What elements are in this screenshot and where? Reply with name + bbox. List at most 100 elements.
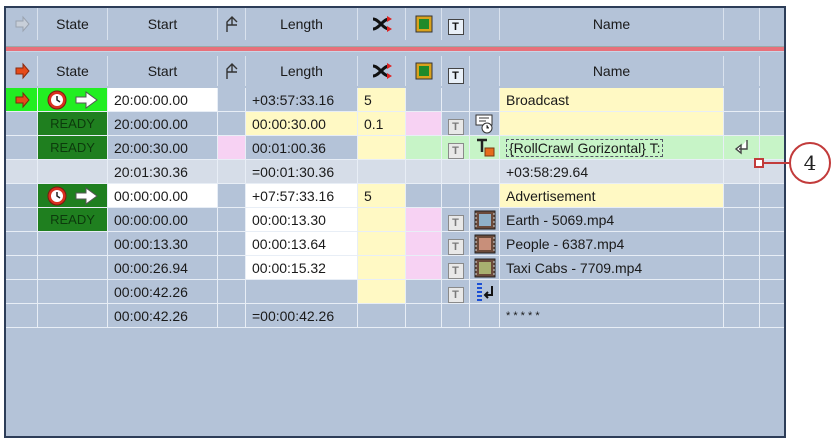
row-lock[interactable] (218, 304, 246, 328)
header-state[interactable]: State (38, 8, 108, 40)
row-repeat[interactable]: 5 (358, 184, 406, 208)
row-repeat[interactable]: 0.1 (358, 112, 406, 136)
row-length[interactable]: +07:57:33.16 (246, 184, 358, 208)
row-t[interactable]: T (442, 208, 470, 232)
table-row[interactable]: 00:00:42.26 =00:00:42.26 * * * * * (6, 304, 784, 328)
row-start[interactable]: 00:00:42.26 (108, 304, 218, 328)
header-length[interactable]: Length (246, 8, 358, 40)
row-t[interactable] (442, 88, 470, 112)
row-length[interactable]: 00:00:15.32 (246, 256, 358, 280)
row-lock[interactable] (218, 112, 246, 136)
start-lock-icon-2[interactable] (218, 56, 246, 86)
row-t[interactable] (442, 184, 470, 208)
row-name[interactable]: Earth - 5069.mp4 (500, 208, 724, 232)
row-name[interactable]: People - 6387.mp4 (500, 232, 724, 256)
row-loop[interactable] (406, 160, 442, 184)
header-t[interactable]: T (442, 8, 470, 40)
row-t[interactable]: T (442, 136, 470, 160)
row-start[interactable]: 20:00:30.00 (108, 136, 218, 160)
loop-icon-2[interactable] (406, 56, 442, 86)
table-row[interactable]: 00:00:42.26 T (6, 280, 784, 304)
row-length[interactable]: 00:01:00.36 (246, 136, 358, 160)
row-length[interactable]: =00:00:42.26 (246, 304, 358, 328)
row-start[interactable]: 00:00:13.30 (108, 232, 218, 256)
row-name[interactable]: {RollCrawl Gorizontal} T: (500, 136, 724, 160)
row-start[interactable]: 20:00:00.00 (108, 112, 218, 136)
shuffle-icon[interactable] (358, 8, 406, 40)
table-row[interactable]: READY 20:00:30.00 00:01:00.36 T {RollCra… (6, 136, 784, 160)
row-repeat[interactable] (358, 136, 406, 160)
row-repeat[interactable] (358, 304, 406, 328)
row-loop[interactable] (406, 184, 442, 208)
row-start[interactable]: 00:00:42.26 (108, 280, 218, 304)
template-t-button[interactable]: T (447, 238, 464, 255)
row-name[interactable]: Taxi Cabs - 7709.mp4 (500, 256, 724, 280)
row-loop[interactable] (406, 232, 442, 256)
row-repeat[interactable] (358, 232, 406, 256)
header-state-2[interactable]: State (38, 56, 108, 86)
row-t[interactable] (442, 160, 470, 184)
row-lock[interactable] (218, 232, 246, 256)
row-lock[interactable] (218, 88, 246, 112)
row-start[interactable]: 00:00:00.00 (108, 208, 218, 232)
row-lock[interactable] (218, 208, 246, 232)
row-t[interactable]: T (442, 256, 470, 280)
row-lock[interactable] (218, 136, 246, 160)
row-name[interactable]: * * * * * (500, 304, 724, 328)
row-t[interactable] (442, 304, 470, 328)
table-row[interactable]: 20:01:30.36 =00:01:30.36 +03:58:29.64 (6, 160, 784, 184)
table-row[interactable]: READY 20:00:00.00 00:00:30.00 0.1 T (6, 112, 784, 136)
template-t-button[interactable]: T (447, 262, 464, 279)
row-t[interactable]: T (442, 112, 470, 136)
row-length[interactable]: 00:00:13.64 (246, 232, 358, 256)
table-row[interactable]: 00:00:26.94 00:00:15.32 T Taxi Cabs - 77… (6, 256, 784, 280)
row-length[interactable]: 00:00:13.30 (246, 208, 358, 232)
return-icon[interactable] (724, 136, 760, 160)
row-lock[interactable] (218, 184, 246, 208)
table-row[interactable]: 20:00:00.00 +03:57:33.16 5 Broadcast (6, 88, 784, 112)
row-name[interactable]: Advertisement (500, 184, 724, 208)
header-start-2[interactable]: Start (108, 56, 218, 86)
row-name[interactable]: Broadcast (500, 88, 724, 112)
row-start[interactable]: 20:01:30.36 (108, 160, 218, 184)
row-start[interactable]: 20:00:00.00 (108, 88, 218, 112)
header-name-2[interactable]: Name (500, 56, 724, 86)
shuffle-icon-2[interactable] (358, 56, 406, 86)
header-t-2[interactable]: T (442, 56, 470, 86)
row-loop[interactable] (406, 136, 442, 160)
table-row[interactable]: READY 00:00:00.00 00:00:13.30 T Earth - … (6, 208, 784, 232)
row-t[interactable]: T (442, 232, 470, 256)
template-t-button[interactable]: T (447, 214, 464, 231)
row-lock[interactable] (218, 160, 246, 184)
template-t-button[interactable]: T (447, 142, 464, 159)
row-repeat[interactable] (358, 208, 406, 232)
row-name[interactable]: +03:58:29.64 (500, 160, 724, 184)
row-name[interactable] (500, 280, 724, 304)
row-repeat[interactable]: 5 (358, 88, 406, 112)
row-t[interactable]: T (442, 280, 470, 304)
row-loop[interactable] (406, 112, 442, 136)
row-loop[interactable] (406, 280, 442, 304)
table-row[interactable]: 00:00:13.30 00:00:13.64 T People - 6387.… (6, 232, 784, 256)
row-length[interactable] (246, 280, 358, 304)
current-arrow-header-icon[interactable] (6, 56, 38, 86)
row-loop[interactable] (406, 208, 442, 232)
row-start[interactable]: 00:00:26.94 (108, 256, 218, 280)
row-lock[interactable] (218, 256, 246, 280)
row-length[interactable]: 00:00:30.00 (246, 112, 358, 136)
row-lock[interactable] (218, 280, 246, 304)
template-t-button[interactable]: T (447, 118, 464, 135)
row-repeat[interactable] (358, 256, 406, 280)
header-start[interactable]: Start (108, 8, 218, 40)
template-t-button[interactable]: T (447, 286, 464, 303)
loop-icon[interactable] (406, 8, 442, 40)
row-repeat[interactable] (358, 160, 406, 184)
row-name[interactable] (500, 112, 724, 136)
row-length[interactable]: =00:01:30.36 (246, 160, 358, 184)
frozen-header-separator[interactable] (6, 46, 784, 52)
arrow-header-icon[interactable] (6, 8, 38, 40)
row-start[interactable]: 00:00:00.00 (108, 184, 218, 208)
start-lock-icon[interactable] (218, 8, 246, 40)
row-length[interactable]: +03:57:33.16 (246, 88, 358, 112)
row-loop[interactable] (406, 304, 442, 328)
